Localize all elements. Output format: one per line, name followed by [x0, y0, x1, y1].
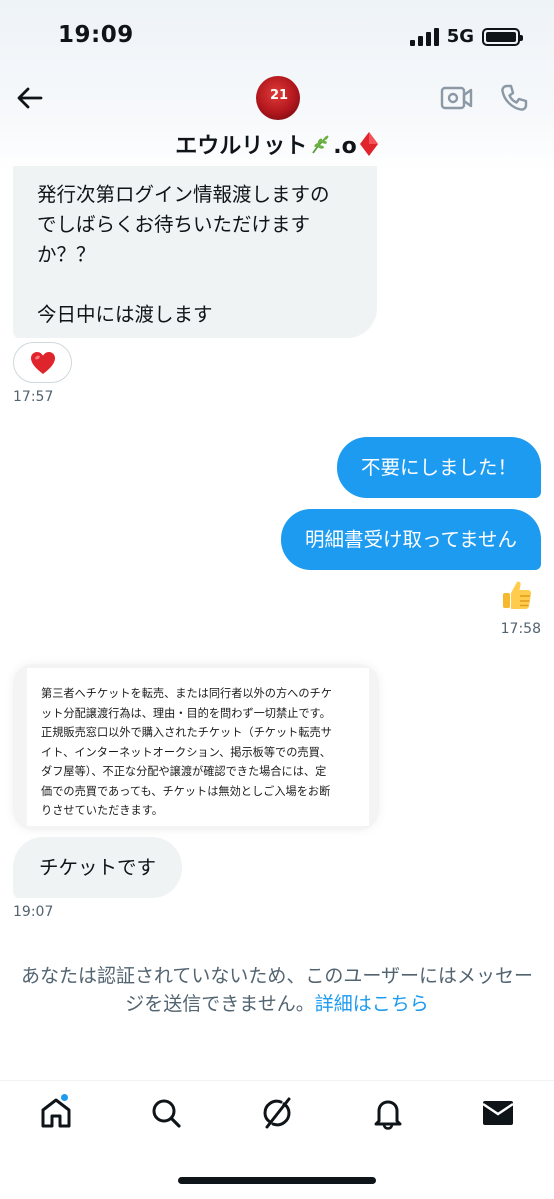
- learn-more-link[interactable]: 詳細はこちら: [315, 993, 429, 1015]
- voice-call-button[interactable]: [498, 82, 530, 114]
- heart-icon: [30, 351, 55, 374]
- avatar[interactable]: 21: [256, 76, 300, 120]
- tab-notifications[interactable]: [370, 1095, 406, 1131]
- ticket-notice-text: 第三者へチケットを転売、または同行者以外の方へのチケ ット分配譲渡行為は、理由・…: [27, 668, 369, 826]
- tab-search[interactable]: [148, 1095, 184, 1131]
- video-camera-icon: [440, 86, 473, 110]
- user-name-text: エウルリット: [175, 134, 308, 159]
- network-type: 5G: [446, 26, 474, 47]
- avatar-jersey-number: 21: [270, 88, 289, 103]
- message-timestamp: 17:58: [500, 621, 541, 637]
- thumbs-up-reaction[interactable]: [500, 578, 534, 612]
- battery-icon: [482, 27, 523, 46]
- red-diamond-icon: [359, 131, 379, 163]
- notification-dot: [60, 1093, 69, 1102]
- image-attachment[interactable]: 第三者へチケットを転売、または同行者以外の方へのチケ ット分配譲渡行為は、理由・…: [13, 664, 379, 830]
- bell-icon: [374, 1100, 402, 1130]
- home-icon: [41, 1098, 71, 1128]
- tab-home[interactable]: [38, 1095, 74, 1131]
- sent-message[interactable]: 不要にしました！: [336, 437, 541, 498]
- message-text: 発行次第ログイン情報渡しますの でしばらくお待ちいただけます か？？ 今日中には…: [37, 183, 330, 326]
- phone-icon: [501, 84, 528, 111]
- notice-text: あなたは認証されていないため、このユーザーにはメッセージを送信できません。: [20, 965, 534, 1015]
- status-indicators: 5G: [409, 26, 523, 47]
- arrow-left-icon: [17, 87, 43, 109]
- status-time: 19:09: [58, 22, 134, 48]
- conversation-user-name[interactable]: エウルリット .o: [0, 128, 554, 163]
- message-timestamp: 19:07: [13, 904, 54, 920]
- envelope-icon: [482, 1101, 514, 1125]
- video-call-button[interactable]: [440, 84, 474, 112]
- received-message[interactable]: 発行次第ログイン情報渡しますの でしばらくお待ちいただけます か？？ 今日中には…: [13, 166, 377, 338]
- herb-icon: [309, 132, 333, 162]
- tab-grok[interactable]: [259, 1095, 295, 1131]
- message-text: 明細書受け取ってません: [305, 528, 517, 551]
- message-timestamp: 17:57: [13, 389, 54, 405]
- cannot-message-notice: あなたは認証されていないため、このユーザーにはメッセージを送信できません。詳細は…: [0, 962, 554, 1018]
- received-message[interactable]: チケットです: [13, 837, 183, 898]
- chat-header: 19:09 5G 21 エウルリット .o: [0, 0, 554, 172]
- message-text: 不要にしました！: [360, 456, 517, 479]
- sent-message[interactable]: 明細書受け取ってません: [281, 509, 541, 570]
- user-name-suffix: .o: [333, 134, 357, 159]
- signal-icon: [409, 27, 439, 46]
- search-icon: [152, 1099, 181, 1128]
- thumbs-up-icon: [503, 581, 532, 609]
- grok-icon: [263, 1097, 291, 1129]
- message-text: チケットです: [39, 856, 157, 879]
- home-indicator: [178, 1177, 376, 1184]
- back-button[interactable]: [14, 82, 46, 114]
- tab-messages[interactable]: [480, 1095, 516, 1131]
- heart-reaction[interactable]: [13, 342, 72, 383]
